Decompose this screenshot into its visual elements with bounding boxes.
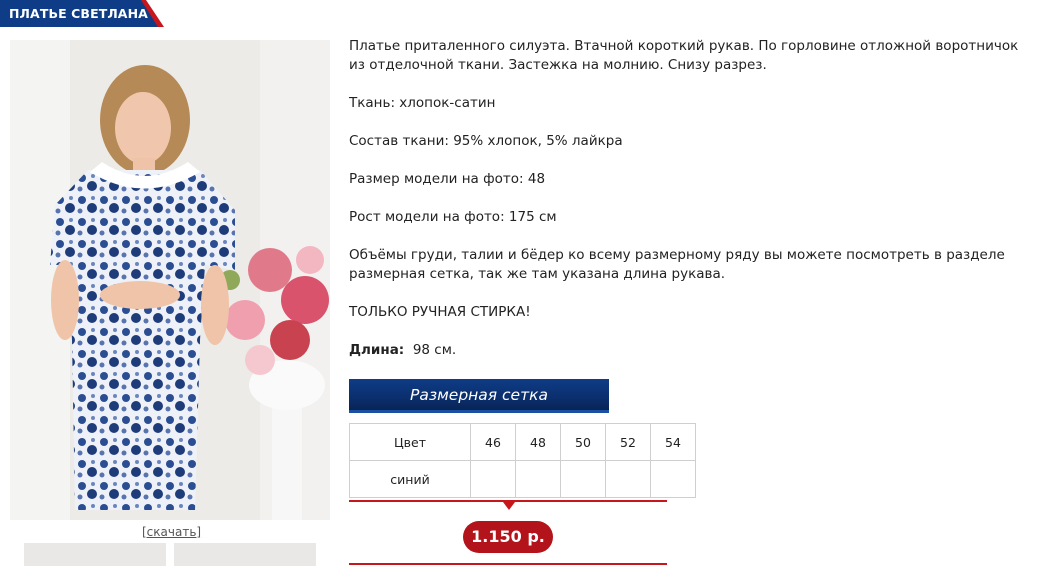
quantity-cell[interactable] (560, 460, 606, 498)
description-model-height: Рост модели на фото: 175 см (349, 209, 557, 225)
product-title: ПЛАТЬЕ СВЕТЛАНА (9, 6, 148, 21)
table-row: синий (349, 460, 696, 498)
size-header-cell: 48 (515, 423, 561, 461)
price-arrow-icon (503, 502, 515, 510)
size-header-cell: 46 (470, 423, 516, 461)
size-chart-button[interactable]: Размерная сетка (349, 379, 609, 413)
quantity-cell[interactable] (515, 460, 561, 498)
quantity-cell[interactable] (470, 460, 516, 498)
download-link[interactable]: [скачать] (142, 525, 201, 539)
color-header-cell: Цвет (349, 423, 471, 461)
description-main: Платье приталенного силуэта. Втачной кор… (349, 38, 1019, 73)
quantity-cell[interactable] (605, 460, 651, 498)
length-label: Длина: (349, 342, 405, 358)
price-badge: 1.150 р. (463, 521, 553, 553)
thumbnail-1[interactable] (24, 543, 166, 566)
product-title-tab: ПЛАТЬЕ СВЕТЛАНА (0, 0, 165, 27)
product-description: Платье приталенного силуэта. Втачной кор… (349, 37, 1029, 360)
price-divider-bottom (349, 563, 667, 565)
description-care: ТОЛЬКО РУЧНАЯ СТИРКА! (349, 304, 531, 320)
quantity-cell[interactable] (650, 460, 696, 498)
size-table: Цвет 46 48 50 52 54 синий (349, 423, 696, 498)
description-length: Длина: 98 см. (349, 341, 1029, 360)
product-photo[interactable] (10, 40, 330, 520)
description-model-size: Размер модели на фото: 48 (349, 171, 546, 187)
size-table-header-row: Цвет 46 48 50 52 54 (349, 423, 696, 461)
description-measurements: Объёмы груди, талии и бёдер ко всему раз… (349, 247, 1005, 282)
dress-photo-image (10, 40, 330, 520)
description-composition: Состав ткани: 95% хлопок, 5% лайкра (349, 133, 623, 149)
length-value: 98 см. (412, 342, 457, 358)
size-chart-button-label: Размерная сетка (410, 386, 548, 404)
download-link-wrapper: [скачать] (142, 525, 201, 539)
size-header-cell: 50 (560, 423, 606, 461)
size-header-cell: 54 (650, 423, 696, 461)
thumbnail-2[interactable] (174, 543, 316, 566)
color-cell: синий (349, 460, 471, 498)
size-header-cell: 52 (605, 423, 651, 461)
description-fabric: Ткань: хлопок-сатин (349, 95, 496, 111)
